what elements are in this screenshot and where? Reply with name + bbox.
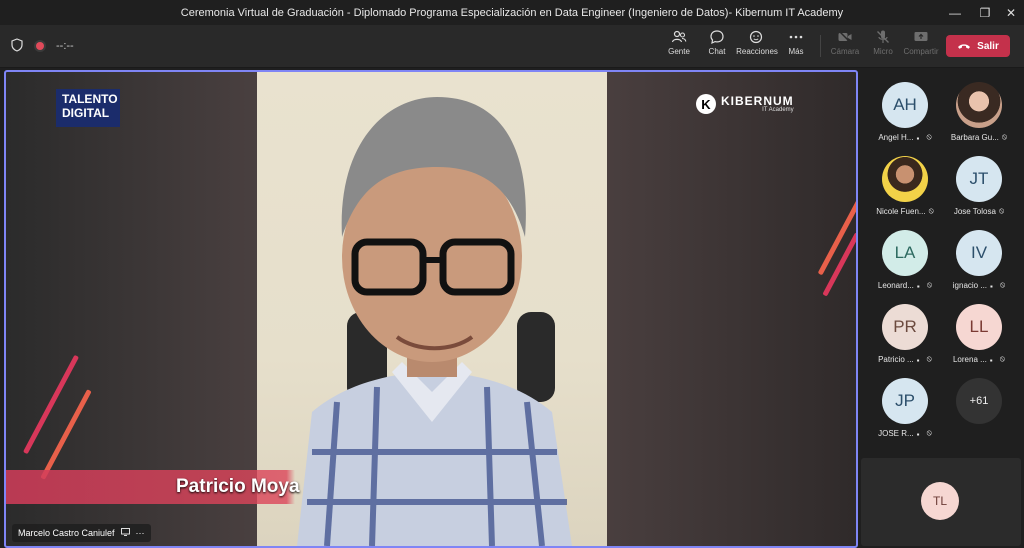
more-button[interactable]: Más — [774, 29, 818, 63]
chat-button[interactable]: Chat — [695, 29, 739, 63]
participant-tile[interactable]: PR Patricio ... ▪ ⦸ — [862, 300, 942, 372]
avatar: PR — [882, 304, 928, 350]
camera-off-icon — [838, 30, 852, 44]
toolbar-divider — [820, 35, 821, 57]
participant-name: Barbara Gu... — [950, 132, 999, 142]
mic-muted-icon: ⦸ — [928, 206, 934, 215]
window-title-bar: Ceremonia Virtual de Graduación - Diplom… — [0, 0, 1024, 25]
mic-muted-icon: ⦸ — [999, 354, 1006, 363]
video-off-icon: ▪ — [916, 133, 920, 143]
participant-name: JOSE R... — [878, 428, 914, 438]
participant-tile[interactable]: LL Lorena ... ▪ ⦸ — [936, 300, 1016, 372]
video-off-icon: ▪ — [916, 429, 920, 439]
participant-tile[interactable]: JT Jose Tolosa ⦸ — [936, 152, 1016, 224]
participant-tile[interactable]: JP JOSE R... ▪ ⦸ — [862, 374, 942, 446]
video-off-icon: ▪ — [989, 355, 993, 365]
minimize-icon: — — [949, 5, 961, 20]
avatar: LA — [882, 230, 928, 276]
decorative-stripe — [22, 354, 80, 455]
participant-name: Nicole Fuen... — [876, 206, 926, 216]
video-off-icon: ▪ — [990, 281, 993, 291]
phone-hangup-icon — [958, 44, 971, 49]
mic-muted-icon: ⦸ — [926, 354, 932, 363]
reactions-icon — [749, 30, 763, 44]
video-off-icon: ▪ — [916, 355, 920, 365]
screen-share-icon — [120, 528, 130, 538]
participant-tile[interactable]: LA Leonard... ▪ ⦸ — [862, 226, 942, 298]
participant-tile[interactable]: AH Angel H... ▪ ⦸ — [862, 78, 942, 150]
participant-name: Patricio ... — [878, 354, 914, 364]
share-button[interactable]: Compartir — [899, 29, 943, 63]
mic-muted-icon: ⦸ — [926, 428, 932, 437]
mic-muted-icon: ⦸ — [1001, 132, 1008, 141]
kibernum-logo: K KIBERNUM IT Academy — [696, 94, 794, 114]
minimize-button[interactable]: — — [938, 0, 972, 25]
overflow-count: +61 — [956, 378, 1002, 424]
leave-button[interactable]: Salir — [946, 35, 1010, 57]
avatar: IV — [956, 230, 1002, 276]
share-screen-icon — [914, 32, 928, 41]
talento-digital-badge: TALENTO DIGITAL — [56, 89, 120, 127]
mic-muted-icon: ⦸ — [926, 132, 932, 141]
restore-icon: ❐ — [979, 5, 991, 20]
more-icon — [789, 35, 803, 39]
window-title: Ceremonia Virtual de Graduación - Diplom… — [180, 6, 844, 19]
self-avatar: TL — [921, 482, 959, 520]
participant-name: ignacio ... — [952, 280, 988, 290]
self-view[interactable]: TL — [861, 458, 1021, 546]
speaker-lower-third: Patricio Moya — [176, 476, 300, 497]
recording-icon — [36, 42, 44, 50]
meeting-timer: --:-- — [56, 40, 74, 52]
reactions-button[interactable]: Reacciones — [735, 29, 779, 63]
avatar: JP — [882, 378, 928, 424]
mic-muted-icon: ⦸ — [1000, 280, 1006, 289]
more-participants-tile[interactable]: +61 — [936, 374, 1016, 446]
participant-name: Jose Tolosa — [953, 206, 996, 216]
avatar-photo — [882, 156, 928, 202]
participant-name: Lorena ... — [952, 354, 987, 364]
main-video-stage[interactable]: TALENTO DIGITAL K KIBERNUM IT Academy Pa… — [4, 70, 858, 548]
close-icon: ✕ — [1005, 5, 1017, 20]
avatar: JT — [956, 156, 1002, 202]
shield-icon[interactable] — [10, 37, 24, 55]
avatar-photo — [956, 82, 1002, 128]
avatar: AH — [882, 82, 928, 128]
avatar: LL — [956, 304, 1002, 350]
presenter-name: Marcelo Castro Caniulef — [18, 528, 115, 538]
mic-off-icon — [877, 30, 889, 43]
meeting-toolbar: --:-- Gente Chat Reacciones Más Cámara M… — [0, 25, 1024, 68]
mic-muted-icon: ⦸ — [926, 280, 933, 289]
people-icon — [671, 30, 687, 43]
presenter-name-tag: Marcelo Castro Caniulef ··· — [12, 524, 151, 542]
mic-muted-icon: ⦸ — [998, 206, 1005, 215]
kibernum-k-icon: K — [696, 94, 716, 114]
participant-tile[interactable]: Nicole Fuen... ⦸ — [862, 152, 942, 224]
video-off-icon: ▪ — [916, 281, 920, 291]
meeting-status: --:-- — [10, 25, 74, 67]
participant-name: Leonard... — [877, 280, 914, 290]
participant-name: Angel H... — [878, 132, 914, 142]
participant-tile[interactable]: Barbara Gu... ⦸ — [936, 78, 1016, 150]
close-window-button[interactable]: ✕ — [994, 0, 1024, 25]
lower-third-band — [6, 470, 856, 504]
participant-tile[interactable]: IV ignacio ... ▪ ⦸ — [936, 226, 1016, 298]
more-options-icon[interactable]: ··· — [136, 528, 145, 538]
chat-icon — [710, 30, 724, 45]
